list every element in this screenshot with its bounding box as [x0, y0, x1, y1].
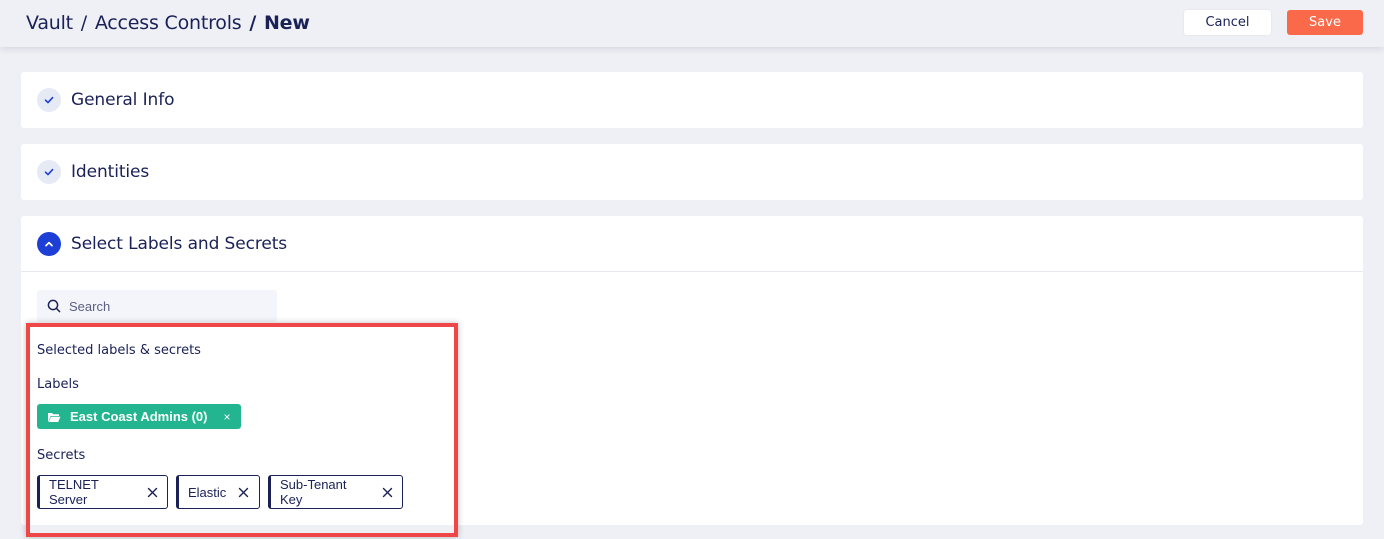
section-identities-header[interactable]: Identities	[21, 144, 1363, 200]
close-icon[interactable]	[147, 487, 158, 498]
close-icon[interactable]	[238, 487, 249, 498]
selected-heading: Selected labels & secrets	[37, 343, 201, 358]
secret-chip-name: Sub-Tenant Key	[280, 477, 347, 507]
secret-chip[interactable]: Sub-Tenant Key	[268, 475, 403, 509]
section-title: General Info	[71, 90, 175, 110]
secrets-heading: Secrets	[37, 448, 86, 463]
section-select-header[interactable]: Select Labels and Secrets	[21, 216, 1363, 272]
secret-chip[interactable]: TELNET Server	[37, 475, 168, 509]
close-icon[interactable]	[382, 487, 393, 498]
cancel-button[interactable]: Cancel	[1184, 10, 1271, 35]
secret-chip-name: Elastic	[188, 484, 227, 500]
folder-open-icon	[47, 411, 61, 423]
secret-chip-name: TELNET Server	[49, 477, 99, 507]
search-input[interactable]	[69, 298, 269, 314]
section-general-info: General Info	[21, 72, 1363, 128]
labels-heading: Labels	[37, 377, 79, 392]
remove-label-icon[interactable]: ×	[224, 410, 231, 424]
breadcrumb-vault[interactable]: Vault	[26, 12, 73, 34]
section-identities: Identities	[21, 144, 1363, 200]
label-chip-name: East Coast Admins (0)	[70, 409, 208, 424]
section-general-info-header[interactable]: General Info	[21, 72, 1363, 128]
section-title: Identities	[71, 162, 150, 182]
check-icon	[37, 160, 61, 184]
breadcrumb-current-page: New	[263, 12, 310, 34]
section-title: Select Labels and Secrets	[71, 233, 288, 254]
secret-chip[interactable]: Elastic	[176, 475, 260, 509]
breadcrumb-separator: /	[80, 12, 87, 34]
search-box[interactable]	[37, 290, 277, 322]
top-header: Vault / Access Controls / New Cancel Sav…	[0, 0, 1384, 47]
check-icon	[37, 88, 61, 112]
breadcrumb-separator: /	[249, 12, 257, 34]
save-button[interactable]: Save	[1287, 10, 1363, 35]
breadcrumb: Vault / Access Controls / New	[26, 12, 310, 34]
chevron-up-icon[interactable]	[37, 231, 61, 256]
label-chip[interactable]: East Coast Admins (0) ×	[37, 404, 241, 429]
breadcrumb-access-controls[interactable]: Access Controls	[95, 12, 242, 34]
search-icon	[47, 299, 61, 313]
